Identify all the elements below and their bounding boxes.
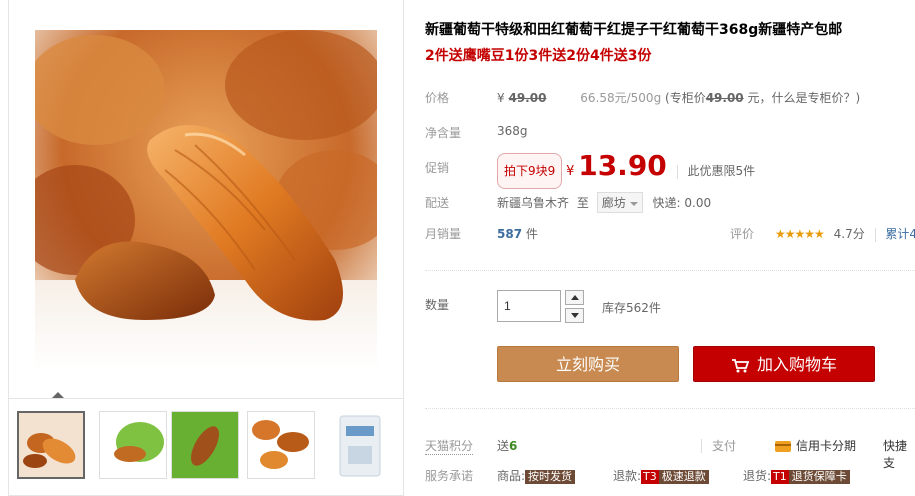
- quantity-input[interactable]: [497, 290, 561, 322]
- price-label: 价格: [425, 91, 450, 105]
- destination-value: 廊坊: [601, 196, 626, 210]
- sale-price: 13.90: [578, 149, 667, 182]
- rating-score: 4.7分: [833, 227, 865, 241]
- goods-badge: 按时发货: [525, 470, 576, 484]
- arrow-down-icon: [571, 313, 579, 318]
- sale-limit: 此优惠限5件: [687, 164, 756, 178]
- goods-label: 商品:: [497, 469, 526, 483]
- divider-line: [425, 408, 915, 409]
- product-gallery: [8, 0, 404, 496]
- points-prefix: 送: [497, 439, 510, 453]
- sale-label: 促销: [425, 161, 450, 175]
- counter-price-link[interactable]: 元，什么是专柜价？): [748, 91, 861, 105]
- cart-icon: [731, 358, 749, 373]
- return-badge: 退货保障卡: [788, 470, 850, 484]
- sale-row: 拍下9块9 ¥ 13.90 此优惠限5件: [497, 150, 755, 189]
- product-title: 新疆葡萄干特级和田红葡萄干红提子干红葡萄干368g新疆特产包邮: [425, 22, 843, 38]
- promo-text: 2件送鹰嘴豆1份3件送2份4件送3份: [425, 48, 652, 64]
- refund-promise[interactable]: 退款: T3 极速退款: [613, 467, 709, 484]
- credit-card-icon: [775, 441, 791, 452]
- pay-label: 支付: [712, 439, 737, 453]
- divider: [874, 227, 876, 242]
- add-to-cart-label: 加入购物车: [756, 355, 837, 374]
- ship-to-word: 至: [576, 196, 589, 210]
- express-fee: 快递: 0.00: [652, 196, 712, 210]
- return-code: T1: [771, 470, 789, 484]
- thumbnail-1[interactable]: [17, 411, 85, 479]
- credit-installment-label: 信用卡分期: [796, 439, 857, 453]
- price-row: ¥ 49.00 66.58元/500g (专柜价49.00 元，什么是专柜价？): [497, 89, 860, 106]
- yen-symbol: ¥: [497, 91, 505, 105]
- shipping-label: 配送: [425, 196, 450, 210]
- main-product-image[interactable]: [35, 30, 377, 372]
- weight-value: 368g: [497, 124, 528, 138]
- chevron-down-icon: [629, 201, 638, 206]
- rating-label: 评价: [730, 227, 755, 241]
- points-label[interactable]: 天猫积分: [425, 437, 474, 455]
- sales-row: 587 件: [497, 225, 538, 242]
- thumbnail-2[interactable]: [99, 411, 167, 479]
- service-label: 服务承诺: [425, 469, 474, 483]
- rating-row[interactable]: ★★★★★ 4.7分 累计4: [775, 225, 915, 242]
- thumbnail-3[interactable]: [171, 411, 239, 479]
- buy-now-button[interactable]: 立刻购买: [497, 346, 679, 382]
- original-price: 49.00: [508, 91, 547, 105]
- points-value-group: 送6: [497, 437, 517, 454]
- buy-now-label: 立刻购买: [555, 355, 620, 374]
- return-promise[interactable]: 退货: T1 退货保障卡: [743, 467, 850, 484]
- quantity-increase-button[interactable]: [565, 290, 584, 305]
- shipping-row: 新疆乌鲁木齐 至 廊坊 快递: 0.00: [497, 192, 711, 213]
- fast-pay[interactable]: 快捷支: [883, 437, 915, 471]
- goods-promise[interactable]: 商品: 按时发货: [497, 467, 576, 484]
- thumbnail-4[interactable]: [247, 411, 315, 479]
- sale-tag: 拍下9块9: [497, 153, 563, 189]
- ship-from: 新疆乌鲁木齐: [497, 196, 570, 210]
- service-row: 服务承诺 商品: 按时发货 退款: T3 极速退款 退货: T1 退货保障卡: [425, 467, 915, 487]
- quantity-label: 数量: [425, 298, 450, 312]
- arrow-up-icon: [571, 295, 579, 300]
- divider: [676, 164, 678, 179]
- sale-yen: ¥: [566, 164, 575, 179]
- raisin-photo: [35, 30, 377, 372]
- thumbnail-strip: [9, 398, 403, 496]
- refund-code: T3: [641, 470, 659, 484]
- stock-count: 库存562件: [602, 301, 661, 315]
- add-to-cart-button[interactable]: 加入购物车: [693, 346, 875, 382]
- sales-label: 月销量: [425, 227, 462, 241]
- rating-stars-icon: ★★★★★: [775, 227, 825, 241]
- counter-price-value: 49.00: [705, 91, 744, 105]
- divider-line: [425, 270, 915, 271]
- total-reviews[interactable]: 累计4: [885, 227, 915, 241]
- points-row: 天猫积分 送6 支付 信用卡分期 快捷支: [425, 437, 915, 470]
- refund-label: 退款:: [613, 469, 642, 483]
- weight-label: 净含量: [425, 126, 462, 140]
- counter-price-open: (专柜价: [665, 91, 706, 105]
- thumbnail-5[interactable]: [325, 411, 393, 479]
- quantity-decrease-button[interactable]: [565, 308, 584, 323]
- sales-unit: 件: [525, 227, 538, 241]
- credit-installment[interactable]: 信用卡分期: [775, 437, 856, 454]
- divider: [701, 439, 702, 453]
- product-detail: 新疆葡萄干特级和田红葡萄干红提子干红葡萄干368g新疆特产包邮 2件送鹰嘴豆1份…: [425, 0, 915, 496]
- sales-count: 587: [497, 227, 523, 241]
- destination-select[interactable]: 廊坊: [596, 192, 643, 213]
- unit-price: 66.58元/500g: [580, 91, 662, 105]
- refund-badge: 极速退款: [658, 470, 709, 484]
- points-value: 6: [509, 439, 518, 453]
- return-label: 退货:: [743, 469, 772, 483]
